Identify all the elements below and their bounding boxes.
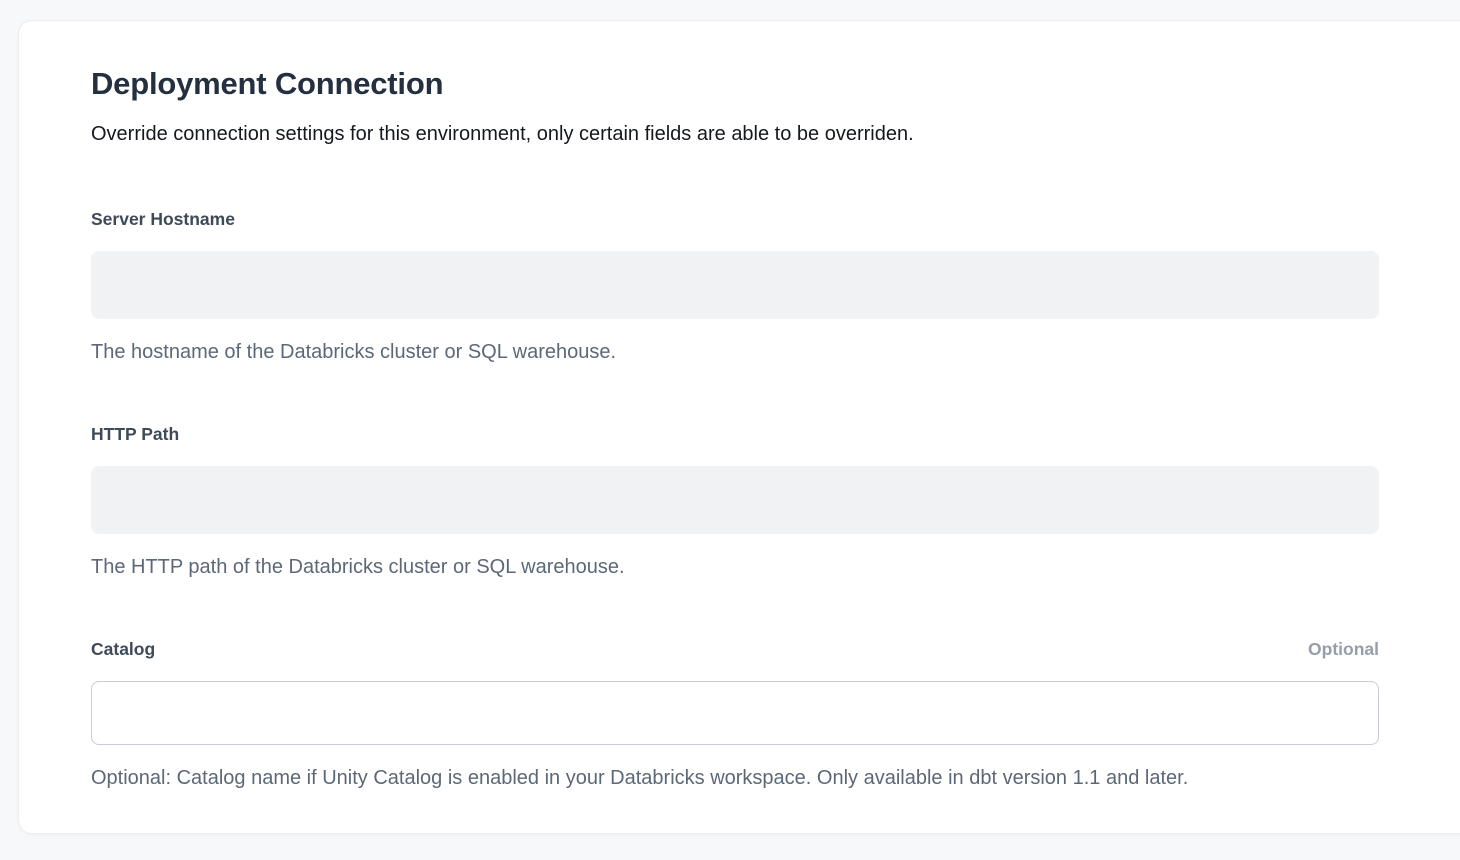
catalog-label: Catalog xyxy=(91,638,155,660)
catalog-optional-tag: Optional xyxy=(1308,638,1379,660)
field-server-hostname: Server Hostname The hostname of the Data… xyxy=(91,208,1379,366)
deployment-connection-card: Deployment Connection Override connectio… xyxy=(18,20,1460,834)
server-hostname-help: The hostname of the Databricks cluster o… xyxy=(91,339,1379,366)
http-path-label-row: HTTP Path xyxy=(91,423,1379,445)
catalog-input[interactable] xyxy=(91,681,1379,745)
catalog-help: Optional: Catalog name if Unity Catalog … xyxy=(91,765,1379,792)
server-hostname-label-row: Server Hostname xyxy=(91,208,1379,230)
http-path-label: HTTP Path xyxy=(91,423,179,445)
field-catalog: Catalog Optional Optional: Catalog name … xyxy=(91,638,1379,792)
card-content: Deployment Connection Override connectio… xyxy=(91,63,1379,792)
server-hostname-input xyxy=(91,251,1379,319)
page-title: Deployment Connection xyxy=(91,63,1379,105)
http-path-help: The HTTP path of the Databricks cluster … xyxy=(91,554,1379,581)
catalog-label-row: Catalog Optional xyxy=(91,638,1379,660)
field-http-path: HTTP Path The HTTP path of the Databrick… xyxy=(91,423,1379,581)
http-path-input xyxy=(91,466,1379,534)
page-subtitle: Override connection settings for this en… xyxy=(91,121,1379,148)
server-hostname-label: Server Hostname xyxy=(91,208,235,230)
